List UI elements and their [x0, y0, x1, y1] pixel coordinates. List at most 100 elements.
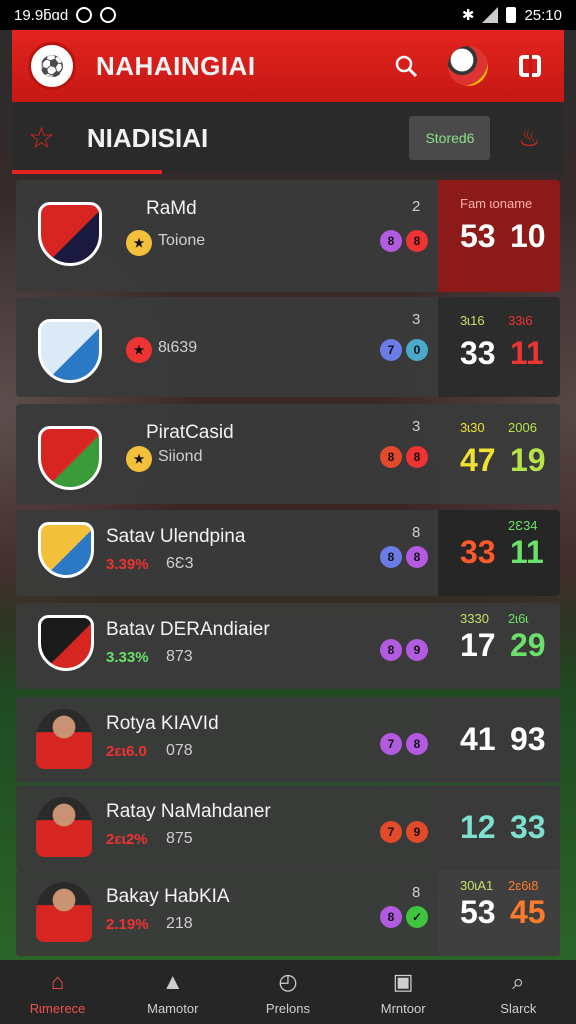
score-value: 33	[460, 534, 496, 570]
score-value: 33	[510, 809, 546, 845]
score-value: 33	[460, 335, 496, 371]
row-index: 8	[412, 884, 421, 901]
battery-icon	[506, 7, 517, 23]
team-crest	[38, 319, 102, 383]
match-card[interactable]: ★ 8ɩ639 3 7 0 3ɩ16 33ɩ6 33 11	[16, 297, 560, 397]
score-box: 2Ɛ34 33 11	[438, 510, 560, 596]
form-badge: 9	[406, 639, 428, 661]
row-index: 8	[412, 524, 421, 541]
score-box: 12 33	[438, 785, 560, 871]
nav-item-slarck[interactable]: ⌕ Slarck	[463, 969, 573, 1016]
form-badge: 8	[406, 546, 428, 568]
alarm-icon	[100, 7, 117, 23]
search-icon: ⌕	[512, 968, 525, 994]
form-badge: 0	[406, 339, 428, 361]
form-badge: 8	[380, 230, 402, 252]
match-card[interactable]: Bakay HabKIA 2.19% 218 8 8 ✓ 30ɩA1 2ɛ6ɩ8 53 45	[16, 870, 560, 956]
nav-item-mamotor[interactable]: ▲ Mamotor	[118, 969, 228, 1016]
form-badge: 8	[406, 230, 428, 252]
nav-label: Slarck	[500, 1000, 537, 1016]
signal-icon	[482, 7, 499, 23]
tab-indicator	[12, 170, 162, 174]
form-badge: 8	[380, 639, 402, 661]
form-badge: 7	[380, 733, 402, 755]
score-value: 53	[460, 218, 496, 254]
team-subtitle: 873	[166, 648, 193, 665]
score-value: 45	[510, 894, 546, 930]
win-percent: 2ɛɩ2%	[106, 831, 148, 848]
row-index: 2	[412, 198, 421, 215]
app-title: NAHAINGIAI	[96, 50, 256, 81]
team-name: RaMd	[146, 198, 197, 219]
score-box: 41 93	[438, 697, 560, 783]
team-subtitle: Toione	[158, 232, 206, 249]
team-subtitle: 875	[166, 830, 193, 847]
team-subtitle: 6Ɛ3	[166, 555, 194, 572]
team-name: Rotya KIAVId	[106, 713, 219, 734]
score-label: 33ɩ6	[508, 313, 533, 328]
row-index: 3	[412, 418, 421, 435]
team-crest	[38, 615, 94, 671]
score-value: 11	[510, 335, 544, 371]
nav-item-mrntoor[interactable]: ▣ Mrntoor	[348, 969, 458, 1016]
team-name: Satav Ulendpina	[106, 526, 246, 547]
club-logo[interactable]: ⚽	[28, 42, 76, 90]
team-subtitle: 8ɩ639	[158, 339, 198, 356]
status-bar: 19.9ƃɑd ✱ 25:10	[0, 0, 576, 30]
score-box: 3330 2ɩ6ɩ 17 29	[438, 603, 560, 689]
section-header: ☆ NIADISIAI Stored6 ♨	[12, 102, 564, 174]
form-badge: 7	[380, 821, 402, 843]
team-crest	[38, 522, 94, 578]
form-badge: 7	[380, 339, 402, 361]
row-index: 3	[412, 311, 421, 328]
score-box: 30ɩA1 2ɛ6ɩ8 53 45	[438, 870, 560, 956]
nav-label: Mrntoor	[380, 1000, 426, 1016]
status-icon: ★	[126, 337, 152, 363]
form-badge: 8	[380, 906, 402, 928]
nav-item-rɩmerece[interactable]: ⌂ Rɩmerece	[3, 969, 113, 1016]
app-header: ⚽ NAHAINGIAI	[12, 30, 564, 102]
score-value: 47	[460, 442, 496, 478]
compass-icon: ◴	[278, 968, 298, 994]
store-icon: ▲	[161, 968, 184, 994]
bottom-nav: ⌂ Rɩmerece ▲ Mamotor ◴ Prelons ▣ Mrntoor ⌕ S…	[0, 960, 576, 1024]
team-subtitle: Siiond	[158, 448, 203, 465]
status-icon: ★	[126, 230, 152, 256]
match-card[interactable]: Rotya KIAVId 2ɛɩ6.0 078 7 8 41 93	[16, 697, 560, 783]
score-label: 2ɛ6ɩ8	[508, 878, 539, 893]
form-badge: 9	[406, 821, 428, 843]
fire-icon[interactable]: ♨	[518, 124, 540, 153]
match-card[interactable]: Batav DERAndiaier 3.33% 873 8 9 3330 2ɩ6ɩ 17 29	[16, 603, 560, 689]
match-card[interactable]: PiratCasid ★ Siiond 3 8 8 3ɩ30 2006 47 19	[16, 404, 560, 504]
nav-label: Rɩmerece	[29, 1000, 86, 1016]
grid-icon[interactable]	[512, 48, 548, 84]
sort-button[interactable]: Stored6	[409, 116, 491, 160]
match-card[interactable]: RaMd ★ Toione 2 8 8 Fam ɩoname 53 10	[16, 180, 560, 292]
form-badge: 8	[380, 446, 402, 468]
match-card[interactable]: Satav Ulendpina 3.39% 6Ɛ3 8 8 8 2Ɛ34 33 11	[16, 510, 560, 596]
score-label: Fam ɩoname	[460, 196, 533, 211]
profile-avatar[interactable]	[448, 46, 488, 86]
win-percent: 2ɛɩ6.0	[106, 743, 147, 760]
team-name: Ratay NaMahdaner	[106, 801, 271, 822]
team-crest	[38, 426, 102, 490]
section-title: NIADISIAI	[86, 122, 209, 153]
score-label: 30ɩA1	[460, 878, 494, 893]
star-icon[interactable]: ☆	[28, 121, 55, 156]
monitor-icon: ▣	[392, 968, 414, 994]
home-icon: ⌂	[50, 968, 65, 994]
status-icon: ★	[126, 446, 152, 472]
player-avatar	[36, 882, 92, 942]
nav-label: Mamotor	[147, 1000, 199, 1016]
search-icon[interactable]	[388, 48, 424, 84]
match-card[interactable]: Ratay NaMahdaner 2ɛɩ2% 875 7 9 12 33	[16, 785, 560, 871]
score-value: 11	[510, 534, 544, 570]
win-percent: 3.33%	[106, 649, 149, 666]
score-value: 93	[510, 721, 546, 757]
bluetooth-icon: ✱	[461, 7, 475, 24]
nav-label: Prelons	[265, 1000, 310, 1016]
nav-item-prelons[interactable]: ◴ Prelons	[233, 969, 343, 1016]
score-value: 12	[460, 809, 496, 845]
score-label: 2Ɛ34	[508, 518, 538, 533]
status-time: 19.9ƃɑd	[14, 6, 69, 24]
